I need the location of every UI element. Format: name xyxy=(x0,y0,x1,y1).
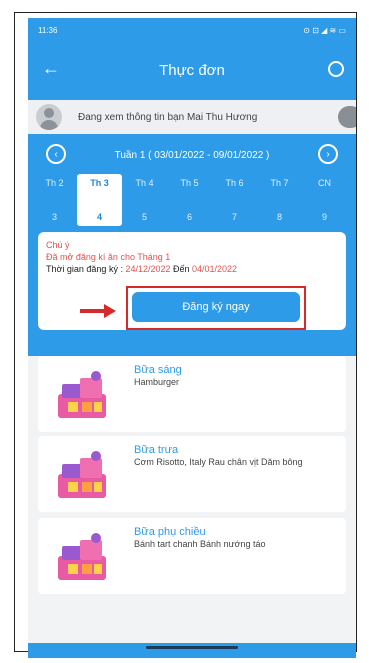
viewing-student-bar: Đang xem thông tin bạn Mai Thu Hương xyxy=(28,100,356,134)
page-title: Thực đơn xyxy=(159,61,225,79)
day-tab-th6[interactable]: Th 6 7 xyxy=(212,174,257,226)
day-tab-cn[interactable]: CN 9 xyxy=(302,174,347,226)
switch-student-button[interactable] xyxy=(338,106,356,128)
meal-tray-icon xyxy=(58,451,106,498)
meal-card-afternoon-snack[interactable]: Bữa phụ chiều Bánh tart chanh Bánh nướng… xyxy=(38,518,346,594)
meal-description: Hamburger xyxy=(134,377,180,387)
meal-description: Cơm Risotto, Italy Rau chân vịt Dăm bông xyxy=(134,457,303,467)
day-number: 6 xyxy=(186,212,192,222)
meal-description: Bánh tart chanh Bánh nướng táo xyxy=(134,539,266,549)
prev-week-icon[interactable]: ‹ xyxy=(46,144,66,164)
meal-tray-icon xyxy=(58,533,106,580)
viewing-text: Đang xem thông tin bạn Mai Thu Hương xyxy=(78,111,258,123)
day-name: CN xyxy=(318,178,331,188)
day-tabs: Th 2 3 Th 3 4 Th 4 5 Th 5 6 Th 6 7 Th 7 … xyxy=(32,174,352,230)
day-number: 4 xyxy=(96,212,102,222)
meal-name: Bữa trưa xyxy=(134,444,179,456)
day-number: 3 xyxy=(51,212,57,222)
notice-message: Đã mở đăng kí ăn cho Tháng 1 xyxy=(46,252,171,262)
day-name: Th 6 xyxy=(225,178,244,188)
period-end: 04/01/2022 xyxy=(192,264,238,274)
meal-card-lunch[interactable]: Bữa trưa Cơm Risotto, Italy Rau chân vịt… xyxy=(38,436,346,512)
day-tab-th5[interactable]: Th 5 6 xyxy=(167,174,212,226)
day-name: Th 3 xyxy=(90,178,109,188)
home-indicator[interactable] xyxy=(146,646,238,649)
avatar xyxy=(36,104,62,130)
day-name: Th 7 xyxy=(270,178,289,188)
day-number: 7 xyxy=(231,212,237,222)
register-now-button[interactable]: Đăng ký ngay xyxy=(132,292,300,322)
status-bar: 11:36 ⊙ ⊡ ◢ ≋ ▭ xyxy=(28,18,356,42)
phone-screen: 11:36 ⊙ ⊡ ◢ ≋ ▭ ← Thực đơn Đang xem thôn… xyxy=(28,18,356,658)
day-number: 5 xyxy=(141,212,147,222)
top-nav: ← Thực đơn xyxy=(28,50,356,90)
day-name: Th 5 xyxy=(180,178,199,188)
status-time: 11:36 xyxy=(38,25,58,35)
period-start: 24/12/2022 xyxy=(125,264,171,274)
week-label: Tuần 1 ( 03/01/2022 - 09/01/2022 ) xyxy=(114,149,270,161)
bottom-home-bar xyxy=(28,643,356,658)
day-name: Th 2 xyxy=(45,178,64,188)
back-arrow-icon[interactable]: ← xyxy=(42,58,60,79)
day-number: 9 xyxy=(321,212,327,222)
period-to: Đến xyxy=(170,264,193,274)
day-number: 8 xyxy=(276,212,282,222)
day-tab-th3[interactable]: Th 3 4 xyxy=(77,174,122,226)
status-icons: ⊙ ⊡ ◢ ≋ ▭ xyxy=(303,25,346,35)
history-icon[interactable] xyxy=(328,61,344,77)
meal-name: Bữa sáng xyxy=(134,364,182,376)
day-name: Th 4 xyxy=(135,178,154,188)
week-selector: ‹ Tuần 1 ( 03/01/2022 - 09/01/2022 ) › xyxy=(28,144,356,166)
day-tab-th2[interactable]: Th 2 3 xyxy=(32,174,77,226)
registration-period: Thời gian đăng ký : 24/12/2022 Đến 04/01… xyxy=(46,264,338,274)
day-tab-th7[interactable]: Th 7 8 xyxy=(257,174,302,226)
next-week-icon[interactable]: › xyxy=(318,144,338,164)
period-label: Thời gian đăng ký : xyxy=(46,264,126,274)
notice-heading: Chú ý xyxy=(46,240,70,250)
meal-card-breakfast[interactable]: Bữa sáng Hamburger xyxy=(38,356,346,432)
annotation-arrow xyxy=(80,304,120,318)
meal-name: Bữa phụ chiều xyxy=(134,526,206,538)
meal-tray-icon xyxy=(58,371,106,418)
day-tab-th4[interactable]: Th 4 5 xyxy=(122,174,167,226)
